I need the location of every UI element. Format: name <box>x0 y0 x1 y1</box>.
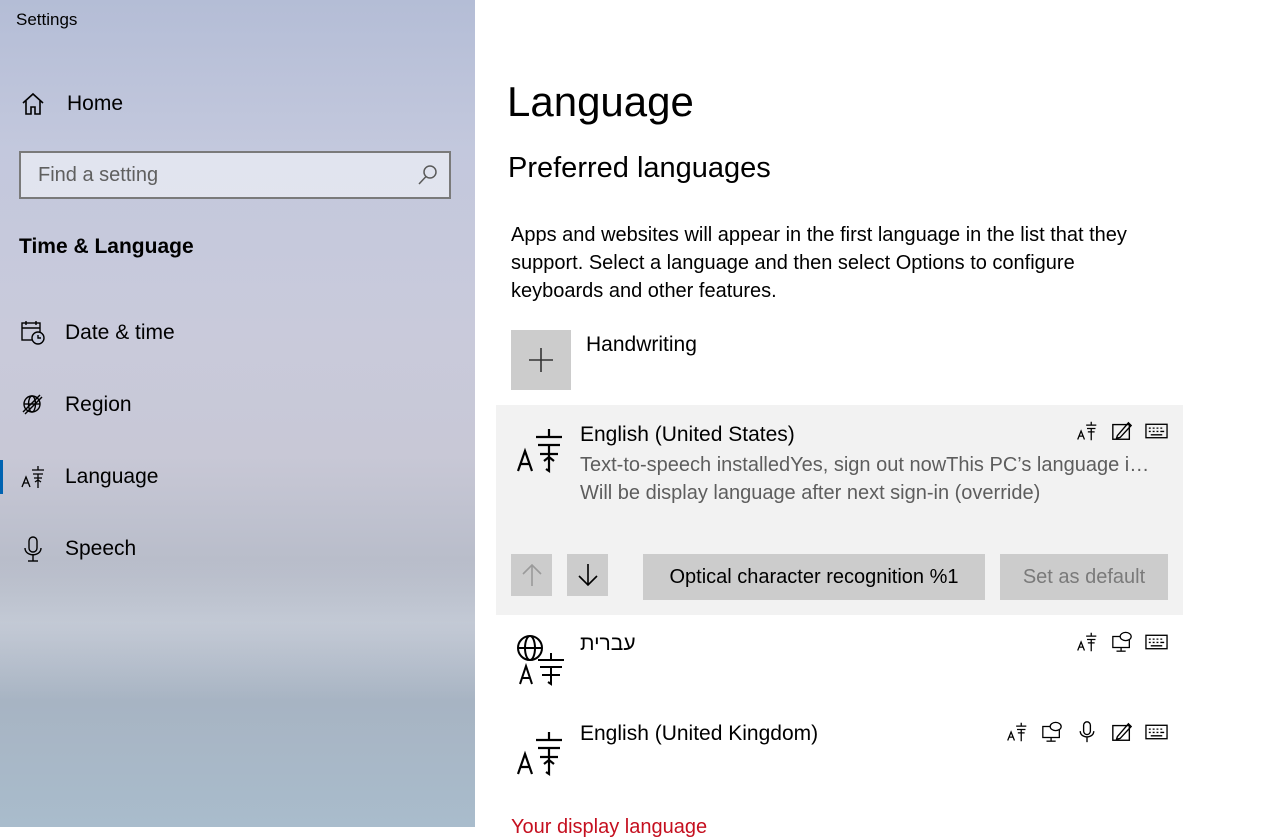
microphone-icon <box>1075 720 1098 743</box>
display-language-link[interactable]: Your display language <box>511 816 707 839</box>
language-icon <box>19 463 47 491</box>
section-title: Preferred languages <box>508 152 771 184</box>
add-language-button[interactable] <box>511 330 571 390</box>
language-features <box>1075 419 1168 442</box>
active-indicator <box>0 460 3 494</box>
home-icon <box>19 90 47 118</box>
arrow-up-icon <box>521 563 542 586</box>
main-content: Language Preferred languages Apps and we… <box>475 0 1272 838</box>
language-features <box>1075 630 1168 653</box>
sidebar-item-date-time[interactable]: Date & time <box>0 307 475 359</box>
language-glyph-icon <box>516 425 566 475</box>
keyboard-icon <box>1145 720 1168 743</box>
nav-home[interactable]: Home <box>0 78 475 130</box>
keyboard-icon <box>1145 419 1168 442</box>
language-item-hebrew[interactable]: עברית <box>496 622 1183 700</box>
language-icon <box>1075 419 1098 442</box>
move-up-button[interactable] <box>511 554 552 596</box>
language-features <box>1005 720 1168 743</box>
display-speech-icon <box>1040 720 1063 743</box>
sidebar-item-label: Language <box>65 465 159 488</box>
sidebar: Settings Home Find a setting Time & Lang… <box>0 0 475 827</box>
plus-icon <box>529 348 553 372</box>
description-text: Apps and websites will appear in the fir… <box>511 224 1127 302</box>
sidebar-item-language[interactable]: Language <box>0 451 475 503</box>
sidebar-item-label: Speech <box>65 537 137 560</box>
language-name: English (United Kingdom) <box>580 722 819 745</box>
language-icon <box>1005 720 1028 743</box>
window-title: Settings <box>16 10 78 29</box>
add-language-label[interactable]: Handwriting <box>586 333 697 357</box>
display-speech-icon <box>1110 630 1133 653</box>
language-status-secondary: Will be display language after next sign… <box>580 482 1041 504</box>
microphone-icon <box>19 535 47 563</box>
language-item-en-gb[interactable]: English (United Kingdom) <box>496 712 1183 790</box>
sidebar-item-label: Date & time <box>65 321 175 344</box>
options-button[interactable]: Optical character recognition %1 <box>643 554 985 600</box>
sidebar-item-region[interactable]: Region <box>0 379 475 431</box>
language-glyph-icon <box>516 728 566 778</box>
sidebar-item-label: Region <box>65 393 132 416</box>
language-icon <box>1075 630 1098 653</box>
keyboard-icon <box>1145 630 1168 653</box>
language-globe-glyph-icon <box>516 634 566 686</box>
nav-home-label: Home <box>67 92 124 115</box>
language-name: עברית <box>580 632 636 655</box>
language-name: English (United States) <box>580 423 795 446</box>
handwriting-icon <box>1110 720 1133 743</box>
search-input[interactable]: Find a setting <box>19 151 451 199</box>
search-icon[interactable] <box>417 164 439 191</box>
search-placeholder: Find a setting <box>38 164 159 186</box>
move-down-button[interactable] <box>567 554 608 596</box>
language-status: Text-to-speech installedYes, sign out no… <box>580 454 1150 476</box>
globe-icon <box>19 391 47 419</box>
set-default-button[interactable]: Set as default <box>1000 554 1168 600</box>
language-item-en-us[interactable]: English (United States) Text-to-speech i… <box>496 405 1183 615</box>
handwriting-icon <box>1110 419 1133 442</box>
sidebar-item-speech[interactable]: Speech <box>0 523 475 575</box>
arrow-down-icon <box>577 564 598 587</box>
section-heading: Time & Language <box>19 235 194 258</box>
page-title: Language <box>507 78 694 125</box>
calendar-clock-icon <box>19 319 47 347</box>
